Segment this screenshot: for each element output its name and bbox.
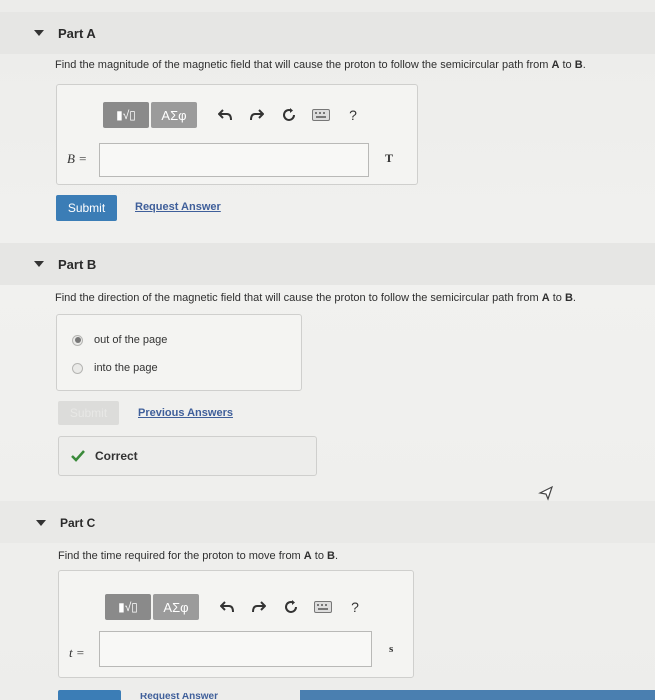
greek-symbols-button[interactable]: ΑΣφ bbox=[151, 102, 197, 128]
chevron-down-icon[interactable] bbox=[36, 520, 46, 526]
part-a-header[interactable]: Part A bbox=[0, 12, 655, 54]
unit-label-s: s bbox=[389, 643, 394, 655]
undo-icon[interactable] bbox=[217, 597, 237, 617]
magnitude-input[interactable] bbox=[99, 143, 369, 177]
correct-feedback-box: Correct bbox=[58, 436, 317, 476]
keyboard-icon[interactable] bbox=[313, 597, 333, 617]
keyboard-icon[interactable] bbox=[311, 105, 331, 125]
part-a-request-answer-link[interactable]: Request Answer bbox=[135, 201, 221, 213]
previous-answers-link[interactable]: Previous Answers bbox=[138, 407, 233, 419]
option-out-of-page[interactable]: out of the page bbox=[72, 334, 167, 346]
unit-label-t: T bbox=[385, 151, 394, 165]
math-toolbar: ▮√▯ ΑΣφ ? bbox=[103, 102, 363, 128]
part-b-submit-button-disabled: Submit bbox=[58, 401, 119, 425]
part-a-submit-button[interactable]: Submit bbox=[56, 195, 117, 221]
part-c-submit-button[interactable] bbox=[58, 690, 121, 700]
help-icon[interactable]: ? bbox=[345, 597, 365, 617]
part-a-question: Find the magnitude of the magnetic field… bbox=[55, 59, 586, 71]
bottom-bar bbox=[300, 690, 655, 700]
reset-icon[interactable] bbox=[281, 597, 301, 617]
option-label: into the page bbox=[94, 362, 158, 374]
part-c-header[interactable]: Part C bbox=[0, 501, 655, 543]
part-c-title: Part C bbox=[60, 516, 96, 530]
variable-label-b: B = bbox=[67, 151, 87, 166]
correct-label: Correct bbox=[95, 449, 138, 463]
time-input[interactable] bbox=[99, 631, 372, 667]
part-c-request-answer-link[interactable]: Request Answer bbox=[140, 693, 218, 700]
redo-icon[interactable] bbox=[249, 597, 269, 617]
option-into-page[interactable]: into the page bbox=[72, 362, 158, 374]
math-toolbar: ▮√▯ ΑΣφ ? bbox=[105, 594, 365, 620]
help-icon[interactable]: ? bbox=[343, 105, 363, 125]
templates-button[interactable]: ▮√▯ bbox=[105, 594, 151, 620]
redo-icon[interactable] bbox=[247, 105, 267, 125]
option-label: out of the page bbox=[94, 334, 168, 346]
variable-label-t: t = bbox=[69, 645, 85, 660]
reset-icon[interactable] bbox=[279, 105, 299, 125]
direction-options-box: out of the page into the page bbox=[56, 314, 302, 391]
part-b-question: Find the direction of the magnetic field… bbox=[55, 292, 576, 304]
page: Part A Find the magnitude of the magneti… bbox=[0, 0, 655, 700]
undo-icon[interactable] bbox=[215, 105, 235, 125]
part-b-header[interactable]: Part B bbox=[0, 243, 655, 285]
part-b-title: Part B bbox=[58, 257, 97, 272]
chevron-down-icon[interactable] bbox=[34, 261, 44, 267]
part-a-title: Part A bbox=[58, 26, 96, 41]
cursor-pointer-icon bbox=[538, 485, 554, 501]
radio-button[interactable] bbox=[72, 362, 83, 374]
part-c-answer-box: ▮√▯ ΑΣφ ? t = s bbox=[58, 570, 414, 678]
templates-button[interactable]: ▮√▯ bbox=[103, 102, 149, 128]
checkmark-icon bbox=[71, 450, 85, 462]
radio-button-selected[interactable] bbox=[72, 334, 83, 346]
part-c-question: Find the time required for the proton to… bbox=[58, 550, 339, 562]
part-a-answer-box: ▮√▯ ΑΣφ ? B = T bbox=[56, 84, 418, 185]
greek-symbols-button[interactable]: ΑΣφ bbox=[153, 594, 199, 620]
chevron-down-icon[interactable] bbox=[34, 30, 44, 36]
